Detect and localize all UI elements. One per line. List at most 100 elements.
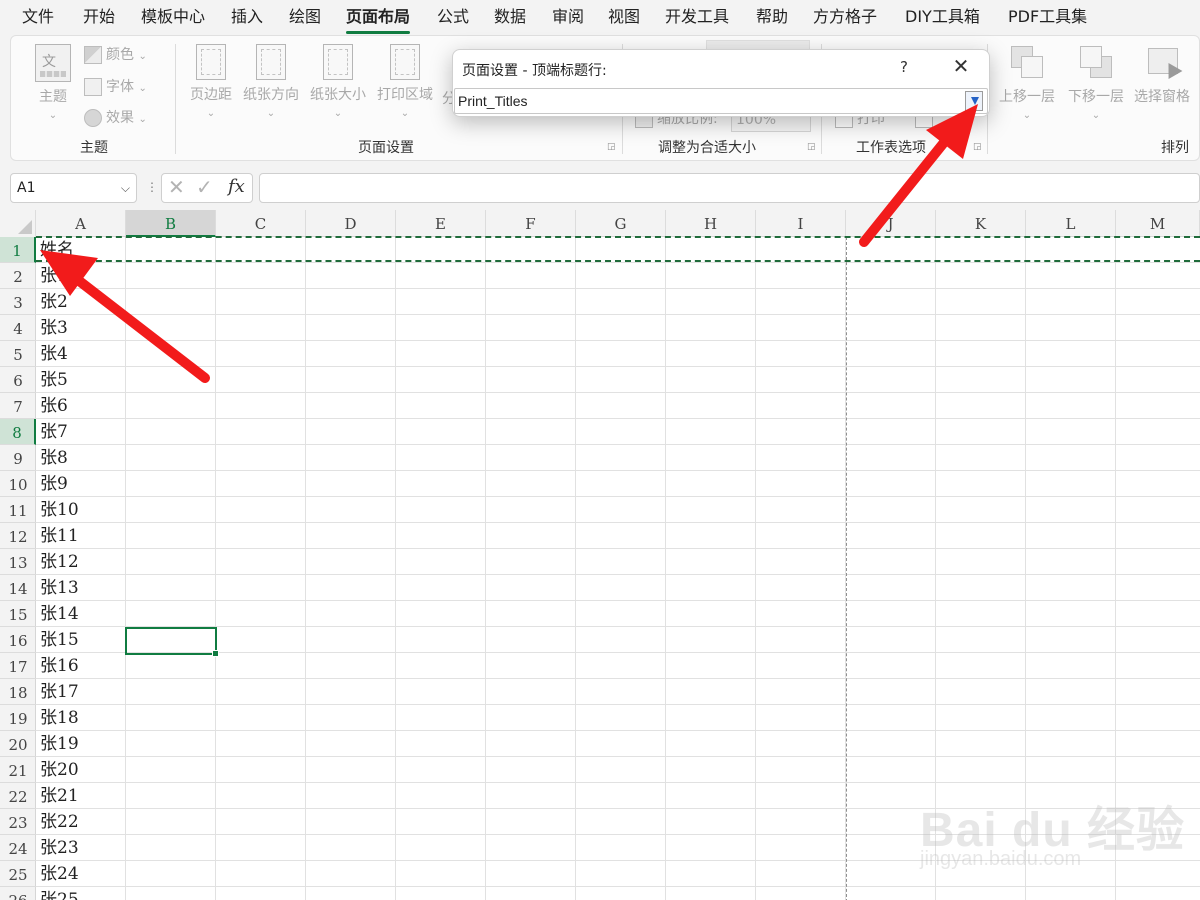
table-cell[interactable]: 张22 [40, 809, 79, 835]
row-header[interactable]: 3 [0, 289, 36, 315]
tab-data[interactable]: 数据 [494, 6, 526, 30]
row-header[interactable]: 12 [0, 523, 36, 549]
column-header[interactable]: G [576, 210, 666, 237]
table-cell[interactable]: 张2 [40, 289, 68, 315]
chevron-down-icon[interactable]: ⌵ [121, 174, 130, 202]
column-header[interactable]: E [396, 210, 486, 237]
column-header[interactable]: J [846, 210, 936, 237]
tab-diy-toolbox[interactable]: DIY工具箱 [905, 6, 980, 30]
row-header[interactable]: 8 [0, 419, 36, 445]
active-cell[interactable] [125, 627, 219, 657]
margins-button[interactable]: 页边距 ⌄ [181, 44, 241, 134]
themes-button[interactable]: 文 主题 ⌄ [23, 44, 83, 134]
column-header[interactable]: F [486, 210, 576, 237]
row-header[interactable]: 4 [0, 315, 36, 341]
column-header[interactable]: L [1026, 210, 1116, 237]
row-header[interactable]: 25 [0, 861, 36, 887]
table-cell[interactable]: 张19 [40, 731, 79, 757]
row-header[interactable]: 2 [0, 263, 36, 289]
table-cell[interactable]: 张1 [40, 263, 68, 289]
table-cell[interactable]: 张3 [40, 315, 68, 341]
row-header[interactable]: 16 [0, 627, 36, 653]
table-cell[interactable]: 张25 [40, 887, 79, 900]
tab-formulas[interactable]: 公式 [437, 6, 469, 30]
table-cell[interactable]: 张18 [40, 705, 79, 731]
table-cell[interactable]: 张7 [40, 419, 68, 445]
table-cell[interactable]: 张21 [40, 783, 79, 809]
column-header-selected[interactable]: B [126, 210, 216, 237]
table-cell[interactable]: 张8 [40, 445, 68, 471]
row-header[interactable]: 15 [0, 601, 36, 627]
column-header[interactable]: M [1116, 210, 1200, 237]
send-backward-button[interactable]: 下移一层 ⌄ [1066, 44, 1126, 134]
tab-draw[interactable]: 绘图 [289, 6, 321, 30]
row-header[interactable]: 1 [0, 237, 36, 263]
tab-file[interactable]: 文件 [22, 6, 54, 30]
table-cell[interactable]: 张5 [40, 367, 68, 393]
tab-help[interactable]: 帮助 [756, 6, 788, 30]
table-cell[interactable]: 张4 [40, 341, 68, 367]
sheet-options-launcher-icon[interactable]: ◲ [973, 142, 983, 152]
table-cell[interactable]: 张16 [40, 653, 79, 679]
row-header[interactable]: 5 [0, 341, 36, 367]
tab-template-center[interactable]: 模板中心 [141, 6, 205, 30]
print-area-button[interactable]: 打印区域 ⌄ [375, 44, 435, 134]
column-header[interactable]: C [216, 210, 306, 237]
row-header[interactable]: 13 [0, 549, 36, 575]
fonts-button[interactable]: 字体 ⌄ [84, 76, 147, 100]
row-header[interactable]: 23 [0, 809, 36, 835]
row-header[interactable]: 19 [0, 705, 36, 731]
column-header[interactable]: K [936, 210, 1026, 237]
table-cell[interactable]: 张12 [40, 549, 79, 575]
effects-button[interactable]: 效果 ⌄ [84, 107, 147, 131]
row-header[interactable]: 24 [0, 835, 36, 861]
cancel-icon[interactable]: ✕ [168, 175, 185, 199]
column-header[interactable]: D [306, 210, 396, 237]
tab-view[interactable]: 视图 [608, 6, 640, 30]
colors-button[interactable]: 颜色 ⌄ [84, 44, 147, 68]
table-cell[interactable]: 张20 [40, 757, 79, 783]
tab-pdf-tools[interactable]: PDF工具集 [1008, 6, 1087, 30]
table-cell[interactable]: 张10 [40, 497, 79, 523]
table-cell[interactable]: 张6 [40, 393, 68, 419]
row-header[interactable]: 14 [0, 575, 36, 601]
formula-input[interactable] [259, 173, 1200, 203]
close-button[interactable]: ✕ [949, 55, 973, 79]
table-cell[interactable]: 张24 [40, 861, 79, 887]
name-box[interactable]: A1 ⌵ [10, 173, 137, 203]
row-header[interactable]: 7 [0, 393, 36, 419]
tab-review[interactable]: 审阅 [552, 6, 584, 30]
row-header[interactable]: 9 [0, 445, 36, 471]
table-cell[interactable]: 张9 [40, 471, 68, 497]
scale-launcher-icon[interactable]: ◲ [807, 142, 817, 152]
table-cell[interactable]: 张13 [40, 575, 79, 601]
bring-forward-button[interactable]: 上移一层 ⌄ [997, 44, 1057, 134]
tab-home[interactable]: 开始 [83, 6, 115, 30]
tab-fangfang[interactable]: 方方格子 [813, 6, 877, 30]
insert-function-icon[interactable]: fx [228, 176, 245, 197]
expand-dialog-icon[interactable] [965, 91, 983, 111]
enter-icon[interactable]: ✓ [196, 175, 213, 199]
select-all-corner[interactable] [0, 210, 36, 237]
tab-page-layout[interactable]: 页面布局 [346, 6, 411, 34]
page-setup-launcher-icon[interactable]: ◲ [607, 142, 617, 152]
size-button[interactable]: 纸张大小 ⌄ [308, 44, 368, 134]
row-header[interactable]: 11 [0, 497, 36, 523]
column-header[interactable]: I [756, 210, 846, 237]
title-rows-input[interactable]: Print_Titles [454, 88, 988, 114]
row-header[interactable]: 10 [0, 471, 36, 497]
table-cell[interactable]: 张14 [40, 601, 79, 627]
table-cell[interactable]: 张11 [40, 523, 79, 549]
row-header[interactable]: 22 [0, 783, 36, 809]
tab-developer[interactable]: 开发工具 [665, 6, 729, 30]
help-button[interactable]: ? [894, 58, 914, 78]
column-header[interactable]: A [36, 210, 126, 237]
table-cell[interactable]: 张23 [40, 835, 79, 861]
row-header[interactable]: 26 [0, 887, 36, 900]
selection-pane-button[interactable]: 选择窗格 [1132, 44, 1192, 134]
row-header[interactable]: 6 [0, 367, 36, 393]
row-header[interactable]: 18 [0, 679, 36, 705]
column-header[interactable]: H [666, 210, 756, 237]
table-cell[interactable]: 张15 [40, 627, 79, 653]
tab-insert[interactable]: 插入 [231, 6, 263, 30]
